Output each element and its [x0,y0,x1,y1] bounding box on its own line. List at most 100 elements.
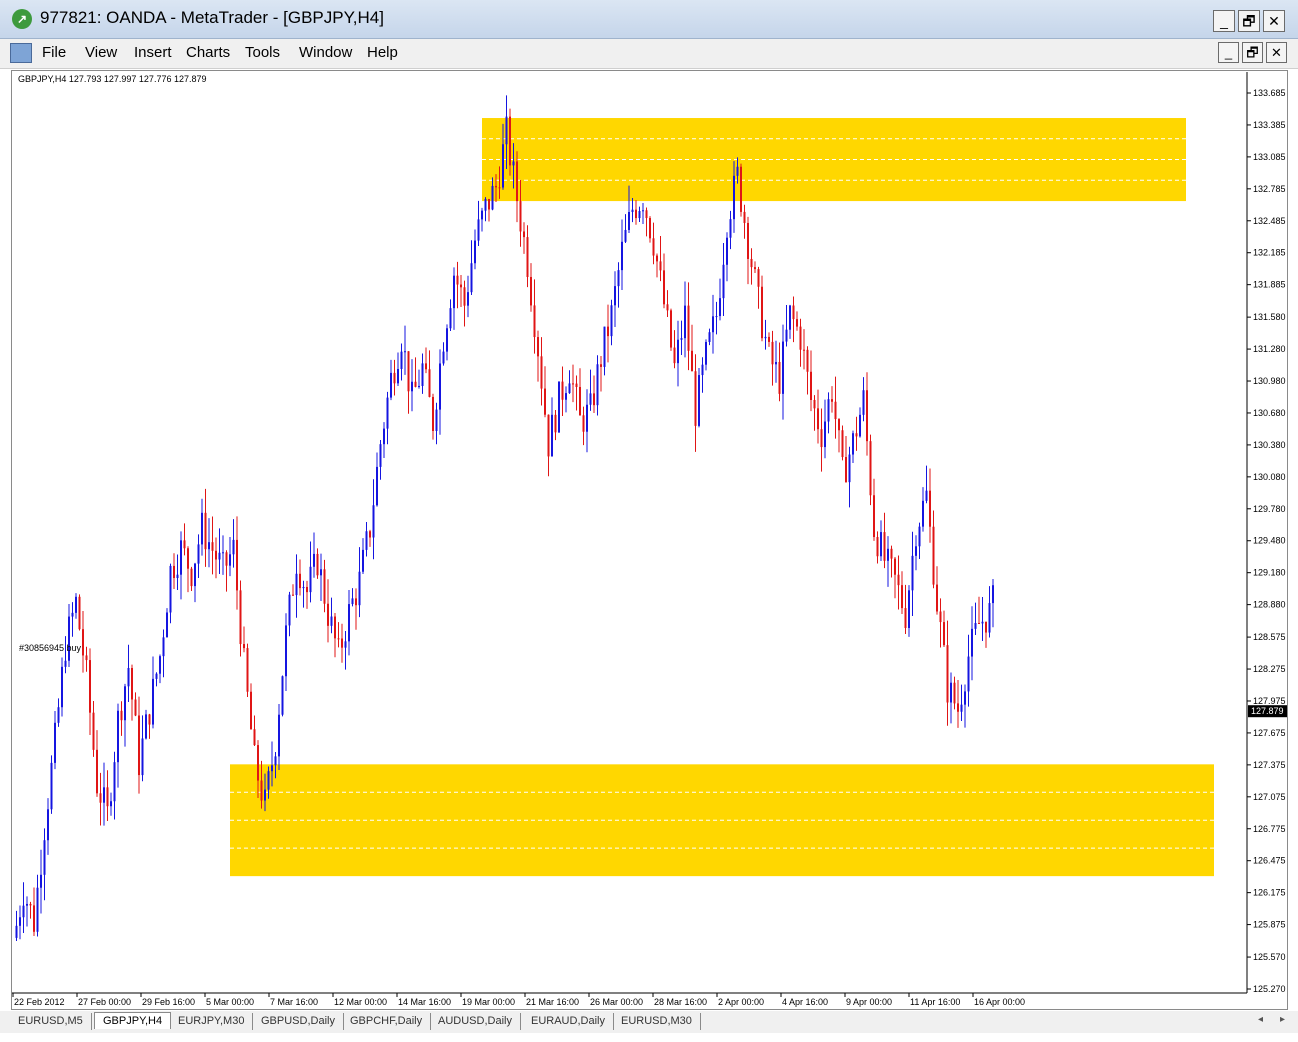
bear-candle [845,457,847,483]
bear-candle [190,568,193,587]
bear-candle [817,408,819,430]
price-tick-label: 130.380 [1253,440,1286,450]
bear-candle [341,638,343,648]
bear-candle [334,616,336,639]
bull-candle [726,237,728,265]
price-chart[interactable]: 133.685 133.385 133.085 132.785 132.485 132.1… [0,0,1298,1042]
bear-candle [883,532,886,561]
bull-candle [603,326,606,367]
bear-candle [509,116,511,166]
bull-candle [971,628,973,657]
bull-candle [285,625,287,677]
bull-candle [162,637,165,657]
bull-candle [722,264,725,299]
bear-candle [463,287,466,306]
bull-candle [110,801,112,807]
time-tick-label: 21 Mar 16:00 [526,997,579,1007]
bear-candle [523,231,525,238]
bull-candle [848,454,851,483]
chart-tab-eurjpy-m30[interactable]: EURJPY,M30 [170,1013,254,1030]
bull-candle [719,298,721,317]
bear-candle [460,284,462,288]
bull-candle [911,555,914,591]
bear-candle [600,364,602,367]
bear-candle [246,648,249,692]
chart-tab-audusd-daily[interactable]: AUDUSD,Daily [430,1013,521,1030]
bear-candle [173,565,175,579]
bear-candle [866,390,868,442]
chart-tab-gbpjpy-h4[interactable]: GBPJPY,H4 [94,1012,172,1029]
bear-candle [572,383,574,385]
bull-candle [684,305,686,339]
bear-candle [516,161,518,202]
bull-candle [568,383,571,394]
bear-candle [92,712,95,750]
order-label[interactable]: #30856945 buy [19,643,81,653]
bull-candle [365,531,368,550]
bull-candle [113,762,116,802]
bear-candle [939,611,942,623]
price-tick-label: 133.685 [1253,88,1286,98]
bull-candle [960,704,963,712]
tab-scroll-left-icon[interactable]: ◂ [1258,1014,1263,1025]
bull-candle [642,210,644,212]
chart-tab-eurusd-m5[interactable]: EURUSD,M5 [10,1013,92,1030]
bull-candle [71,612,74,617]
bear-candle [904,608,907,628]
bull-candle [271,765,273,772]
bear-candle [519,201,522,232]
bull-candle [729,219,732,238]
bull-candle [586,404,588,432]
bear-candle [183,540,186,549]
bear-candle [89,660,91,713]
bear-candle [652,238,655,256]
bear-candle [953,682,956,704]
bear-candle [834,401,837,420]
bull-candle [698,375,700,426]
bear-candle [649,218,651,239]
chart-tab-euraud-daily[interactable]: EURAUD,Daily [523,1013,614,1030]
chart-tab-eurusd-m30[interactable]: EURUSD,M30 [613,1013,701,1030]
bear-candle [407,351,410,392]
price-tick-label: 129.480 [1253,536,1286,546]
bear-candle [327,603,329,626]
price-tick-label: 130.080 [1253,472,1286,482]
bear-candle [876,537,879,557]
bull-candle [330,616,333,626]
bull-candle [715,316,718,318]
bull-candle [411,381,413,392]
bull-candle [194,563,196,587]
bear-candle [659,261,662,271]
bull-candle [491,185,494,210]
bear-candle [901,585,903,609]
bear-candle [740,166,742,212]
current-price-label: 127.879 [1251,706,1284,716]
bear-candle [243,644,245,649]
bear-candle [855,433,858,437]
price-tick-label: 131.280 [1253,344,1286,354]
bull-candle [372,505,375,538]
price-tick-label: 128.575 [1253,632,1286,642]
time-tick-label: 16 Apr 00:00 [974,997,1025,1007]
tab-scroll-right-icon[interactable]: ▸ [1280,1014,1285,1025]
price-tick-label: 132.185 [1253,248,1286,258]
chart-tab-gbpusd-daily[interactable]: GBPUSD,Daily [253,1013,344,1030]
bear-candle [204,512,207,550]
bull-candle [733,175,735,220]
bear-candle [425,363,427,370]
bear-candle [99,793,102,803]
bull-candle [446,328,448,352]
bull-candle [677,339,679,364]
bull-candle [383,428,385,445]
bull-candle [988,603,991,633]
bear-candle [530,276,532,306]
chart-info-header: GBPJPY,H4 127.793 127.997 127.776 127.87… [18,74,207,84]
bull-candle [915,546,917,556]
chart-tab-gbpchf-daily[interactable]: GBPCHF,Daily [342,1013,432,1030]
bull-candle [789,305,791,330]
bear-candle [131,668,133,700]
bear-candle [316,553,319,576]
bear-candle [85,655,88,661]
bull-candle [155,673,158,679]
bear-candle [673,347,676,364]
